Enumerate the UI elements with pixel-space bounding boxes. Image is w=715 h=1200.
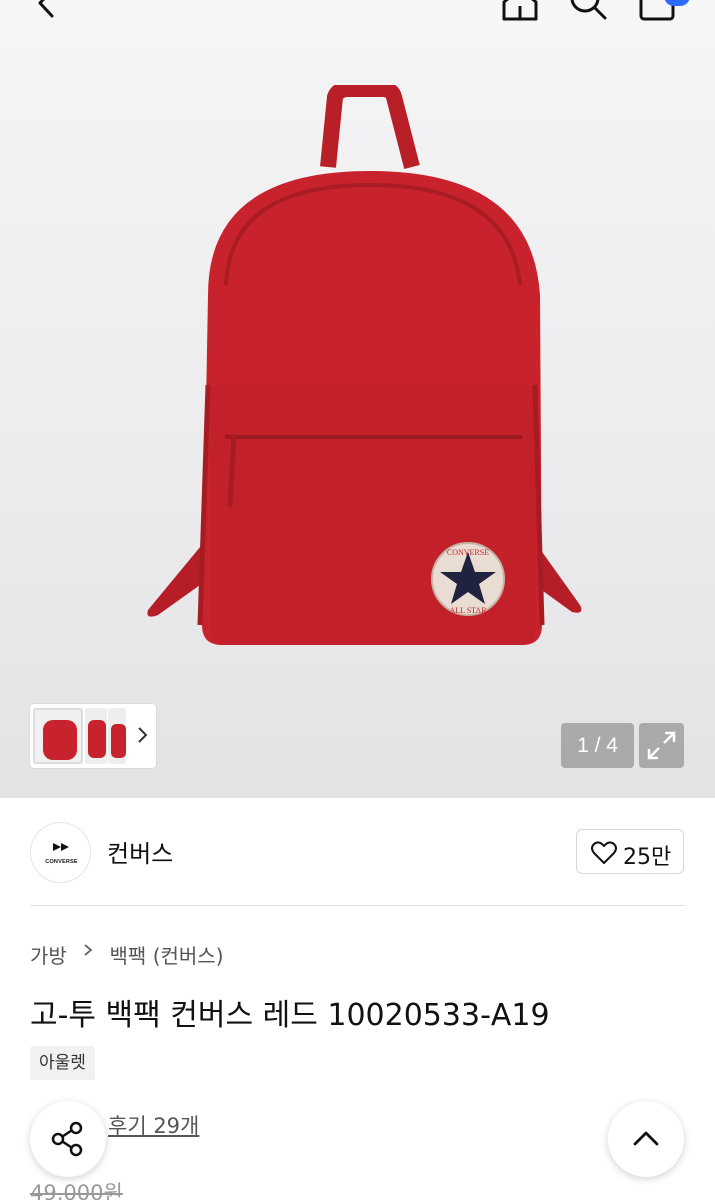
- like-button[interactable]: 25만: [576, 829, 684, 874]
- brand-name[interactable]: 컨버스: [107, 834, 173, 869]
- thumbnail-strip[interactable]: [30, 704, 156, 768]
- search-icon[interactable]: [568, 0, 608, 22]
- like-count: 25만: [623, 845, 672, 870]
- heart-icon: [591, 841, 617, 864]
- divider: [30, 905, 685, 906]
- chevron-right-icon: [84, 944, 93, 956]
- brand-logo-text: CONVERSE: [45, 859, 78, 865]
- expand-icon: [647, 731, 676, 760]
- original-price: 49,000원: [30, 1181, 123, 1200]
- thumbnail-1[interactable]: [33, 708, 83, 764]
- outlet-tag: 아울렛: [30, 1046, 95, 1080]
- image-counter: 1 / 4: [561, 723, 634, 768]
- top-nav-bar: [0, 0, 715, 50]
- brand-row: CONVERSE 컨버스 25만: [30, 820, 685, 884]
- thumbnail-2[interactable]: [85, 708, 107, 764]
- brand-logo[interactable]: CONVERSE: [30, 822, 91, 883]
- breadcrumb-category[interactable]: 가방: [30, 940, 67, 969]
- share-icon: [51, 1121, 83, 1157]
- patch-text-bottom: ALL STAR: [449, 606, 487, 615]
- product-image-gallery[interactable]: CONVERSE ALL STAR 1 / 4: [0, 50, 715, 798]
- review-link[interactable]: 후기 29개: [108, 1110, 199, 1140]
- expand-button[interactable]: [639, 723, 684, 768]
- breadcrumb-subcategory[interactable]: 백팩 (컨버스): [110, 940, 224, 969]
- scroll-to-top-button[interactable]: [608, 1101, 684, 1177]
- chevron-right-icon[interactable]: [134, 724, 152, 746]
- back-arrow-icon[interactable]: [30, 0, 64, 20]
- home-icon[interactable]: [500, 0, 540, 22]
- chevron-up-icon: [633, 1131, 659, 1146]
- product-image: CONVERSE ALL STAR: [147, 85, 582, 645]
- patch-text-top: CONVERSE: [447, 548, 489, 557]
- share-button[interactable]: [30, 1101, 106, 1177]
- breadcrumb: 가방 백팩 (컨버스): [30, 940, 224, 968]
- converse-logo-icon: [53, 843, 69, 851]
- thumbnail-3[interactable]: [108, 708, 126, 764]
- product-title: 고-투 백팩 컨버스 레드 10020533-A19: [30, 998, 550, 1033]
